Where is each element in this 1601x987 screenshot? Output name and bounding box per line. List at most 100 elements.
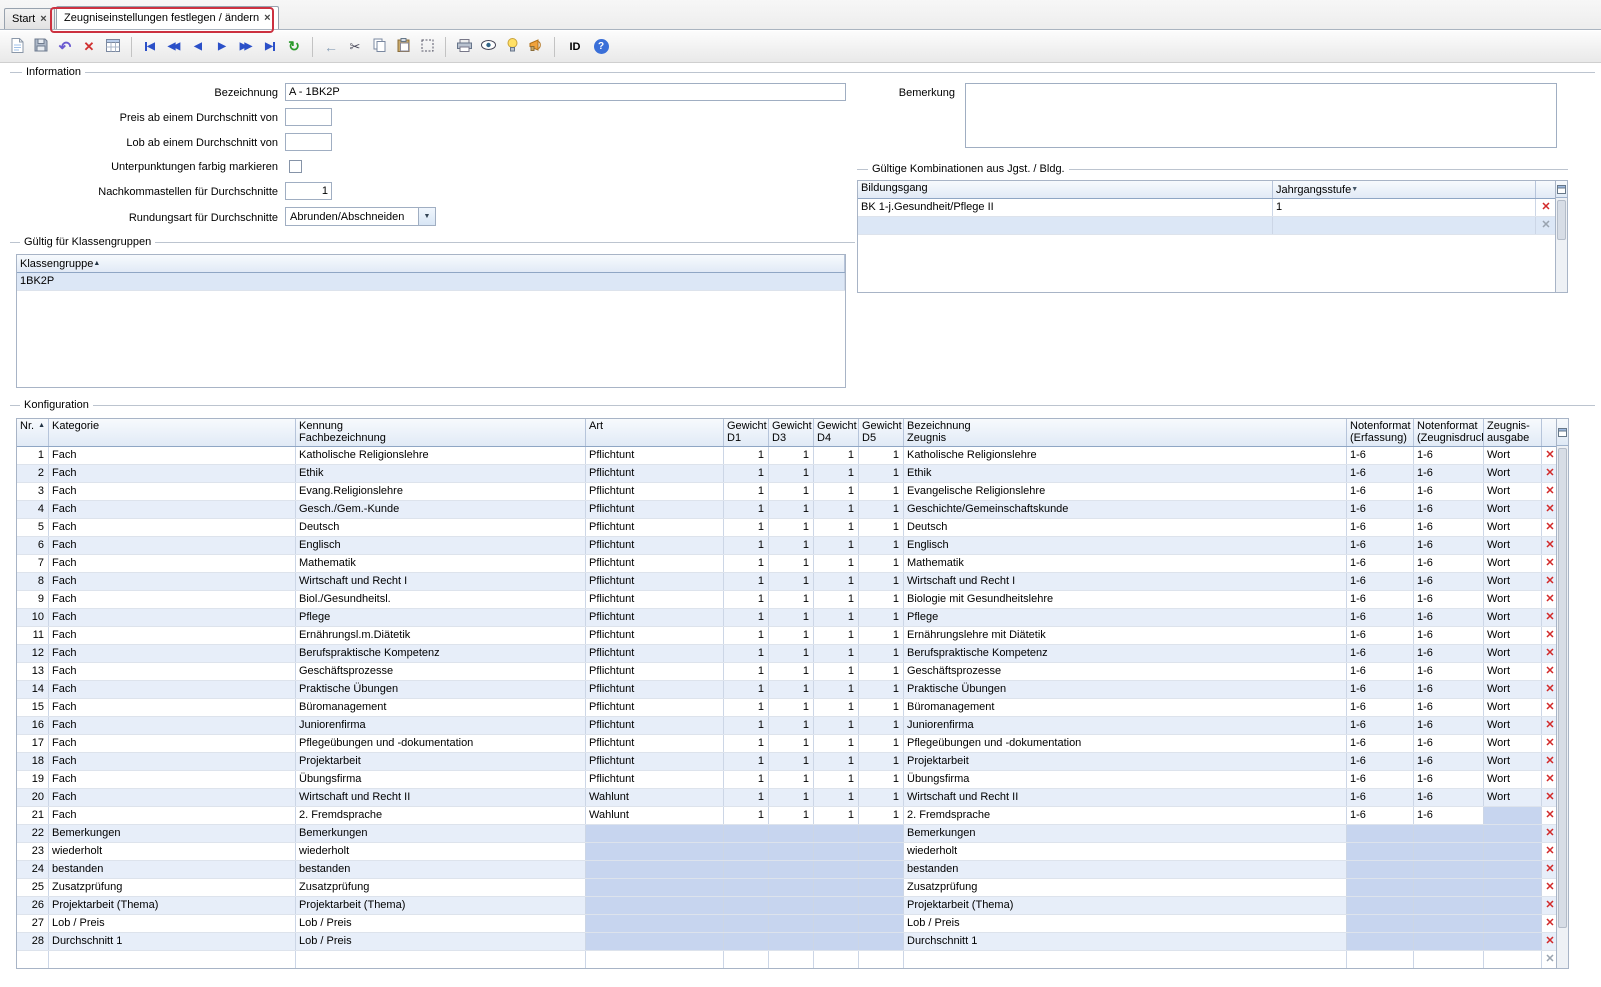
konfiguration-row[interactable]: 12 Fach Berufspraktische Kompetenz Pflichtu… bbox=[17, 645, 1556, 663]
new-row-placeholder[interactable]: ✕ bbox=[17, 951, 1556, 968]
konfiguration-row[interactable]: 19 Fach Übungsfirma Pflichtunt 1 1 1 1 Übungsfir… bbox=[17, 771, 1556, 789]
column-header[interactable]: Bezeichnung Zeugnis bbox=[904, 419, 1347, 446]
select-button[interactable] bbox=[416, 36, 438, 58]
konfiguration-row[interactable]: 16 Fach Juniorenfirma Pflichtunt 1 1 1 1 Juniore… bbox=[17, 717, 1556, 735]
kombinationen-scrollbar[interactable] bbox=[1556, 180, 1568, 293]
konfiguration-row[interactable]: 14 Fach Praktische Übungen Pflichtunt 1 1 1 1 Pr… bbox=[17, 681, 1556, 699]
column-header[interactable]: Kennung Fachbezeichnung bbox=[296, 419, 586, 446]
delete-row-icon[interactable]: ✕ bbox=[1545, 882, 1554, 893]
delete-row-icon[interactable]: ✕ bbox=[1545, 936, 1554, 947]
konfiguration-row[interactable]: 24 bestanden bestanden bestanden ✕ bbox=[17, 861, 1556, 879]
konfiguration-row[interactable]: 4 Fach Gesch./Gem.-Kunde Pflichtunt 1 1 1 1 Gesc… bbox=[17, 501, 1556, 519]
delete-row-icon[interactable]: ✕ bbox=[1541, 202, 1550, 213]
delete-row-icon[interactable]: ✕ bbox=[1545, 540, 1554, 551]
delete-row-icon[interactable]: ✕ bbox=[1545, 846, 1554, 857]
konfiguration-row[interactable]: 27 Lob / Preis Lob / Preis Lob / Preis ✕ bbox=[17, 915, 1556, 933]
rundungsart-select[interactable]: Abrunden/Abschneiden ▼ bbox=[285, 207, 436, 226]
tab-zeugniseinstellungen[interactable]: Zeugniseinstellungen festlegen / ändern … bbox=[56, 6, 279, 29]
delete-row-icon[interactable]: ✕ bbox=[1545, 558, 1554, 569]
klassengruppe-row[interactable]: 1BK2P bbox=[17, 273, 845, 291]
konfiguration-row[interactable]: 13 Fach Geschäftsprozesse Pflichtunt 1 1 1 1 Ges… bbox=[17, 663, 1556, 681]
column-header[interactable]: Art bbox=[586, 419, 724, 446]
delete-row-icon[interactable]: ✕ bbox=[1545, 792, 1554, 803]
bildungsgang-column-header[interactable]: Bildungsgang bbox=[858, 181, 1273, 198]
konfiguration-row[interactable]: 17 Fach Pflegeübungen und -dokumentation Pf… bbox=[17, 735, 1556, 753]
konfiguration-row[interactable]: 18 Fach Projektarbeit Pflichtunt 1 1 1 1 Projekt… bbox=[17, 753, 1556, 771]
cut-button[interactable]: ✂ bbox=[344, 36, 366, 58]
scrollbar-thumb[interactable] bbox=[1558, 448, 1567, 928]
delete-row-icon[interactable]: ✕ bbox=[1545, 918, 1554, 929]
column-header[interactable]: Gewicht D5 bbox=[859, 419, 904, 446]
column-header[interactable]: Nr. ▲ bbox=[17, 419, 49, 446]
konfiguration-row[interactable]: 28 Durchschnitt 1 Lob / Preis Durchschnitt … bbox=[17, 933, 1556, 951]
delete-row-icon[interactable]: ✕ bbox=[1545, 702, 1554, 713]
delete-row-icon[interactable]: ✕ bbox=[1545, 648, 1554, 659]
delete-row-icon[interactable]: ✕ bbox=[1545, 594, 1554, 605]
lob-ab-durchschnitt-input[interactable] bbox=[285, 133, 332, 151]
edit-mask-button[interactable] bbox=[102, 36, 124, 58]
konfiguration-row[interactable]: 6 Fach Englisch Pflichtunt 1 1 1 1 Englisch 1-6 1-… bbox=[17, 537, 1556, 555]
paste-button[interactable] bbox=[392, 36, 414, 58]
copy-button[interactable] bbox=[368, 36, 390, 58]
konfiguration-row[interactable]: 8 Fach Wirtschaft und Recht I Pflichtunt 1 1 1… bbox=[17, 573, 1556, 591]
new-record-button[interactable] bbox=[6, 36, 28, 58]
delete-row-icon[interactable]: ✕ bbox=[1545, 612, 1554, 623]
save-button[interactable] bbox=[30, 36, 52, 58]
konfiguration-row[interactable]: 20 Fach Wirtschaft und Recht II Wahlunt 1 1 1 1… bbox=[17, 789, 1556, 807]
column-header[interactable]: Notenformat (Zeugnisdruck) bbox=[1414, 419, 1484, 446]
konfiguration-row[interactable]: 11 Fach Ernährungsl.m.Diätetik Pflichtunt 1 1… bbox=[17, 627, 1556, 645]
preview-button[interactable] bbox=[477, 36, 499, 58]
delete-row-icon[interactable]: ✕ bbox=[1545, 738, 1554, 749]
delete-row-icon[interactable]: ✕ bbox=[1545, 450, 1554, 461]
delete-row-icon[interactable]: ✕ bbox=[1545, 666, 1554, 677]
delete-row-icon[interactable]: ✕ bbox=[1545, 486, 1554, 497]
hint-button[interactable] bbox=[501, 36, 523, 58]
jahrgangsstufe-column-header[interactable]: Jahrgangsstufe ▼ bbox=[1273, 181, 1536, 198]
konfiguration-row[interactable]: 10 Fach Pflege Pflichtunt 1 1 1 1 Pflege 1-6 1-6 Wo… bbox=[17, 609, 1556, 627]
delete-row-icon[interactable]: ✕ bbox=[1545, 774, 1554, 785]
column-header[interactable]: Gewicht D4 bbox=[814, 419, 859, 446]
chevron-down-icon[interactable]: ▼ bbox=[418, 208, 435, 225]
delete-row-icon[interactable]: ✕ bbox=[1545, 864, 1554, 875]
tab-close-icon[interactable]: × bbox=[40, 13, 46, 25]
delete-row-icon[interactable]: ✕ bbox=[1545, 504, 1554, 515]
id-button[interactable]: ID bbox=[562, 36, 588, 58]
delete-row-icon[interactable]: ✕ bbox=[1545, 810, 1554, 821]
delete-row-icon[interactable]: ✕ bbox=[1545, 630, 1554, 641]
first-record-button[interactable]: ◀ bbox=[139, 36, 161, 58]
kombination-row[interactable]: BK 1-j.Gesundheit/Pflege II 1 ✕ bbox=[858, 199, 1555, 217]
unterpunktungen-checkbox[interactable] bbox=[289, 160, 302, 173]
konfiguration-row[interactable]: 22 Bemerkungen Bemerkungen Bemerkungen ✕ bbox=[17, 825, 1556, 843]
column-chooser-button[interactable] bbox=[1557, 419, 1568, 446]
column-chooser-button[interactable] bbox=[1556, 181, 1567, 198]
delete-row-icon[interactable]: ✕ bbox=[1545, 720, 1554, 731]
delete-row-icon[interactable]: ✕ bbox=[1545, 900, 1554, 911]
delete-row-icon[interactable]: ✕ bbox=[1545, 576, 1554, 587]
konfiguration-row[interactable]: 23 wiederholt wiederholt wiederholt ✕ bbox=[17, 843, 1556, 861]
chevron-down-icon[interactable]: ▼ bbox=[1351, 184, 1358, 196]
fast-forward-button[interactable]: ▶▶ bbox=[235, 36, 257, 58]
kombination-empty-row[interactable]: ✕ bbox=[858, 217, 1555, 235]
undo-button[interactable]: ↶ bbox=[54, 36, 76, 58]
bemerkung-textarea[interactable] bbox=[965, 83, 1557, 148]
announce-button[interactable] bbox=[525, 36, 547, 58]
column-header[interactable]: Gewicht D3 bbox=[769, 419, 814, 446]
konfiguration-row[interactable]: 7 Fach Mathematik Pflichtunt 1 1 1 1 Mathematik 1… bbox=[17, 555, 1556, 573]
preis-ab-durchschnitt-input[interactable] bbox=[285, 108, 332, 126]
back-button[interactable]: ← bbox=[320, 36, 342, 58]
refresh-button[interactable]: ↻ bbox=[283, 36, 305, 58]
next-record-button[interactable]: ▶ bbox=[211, 36, 233, 58]
klassengruppe-column-header[interactable]: Klassengruppe ▲ bbox=[17, 255, 845, 272]
nachkommastellen-input[interactable] bbox=[285, 182, 332, 200]
konfiguration-row[interactable]: 3 Fach Evang.Religionslehre Pflichtunt 1 1 1 1 E… bbox=[17, 483, 1556, 501]
delete-row-icon[interactable]: ✕ bbox=[1545, 468, 1554, 479]
column-header[interactable]: Zeugnis-ausgabe bbox=[1484, 419, 1542, 446]
previous-record-button[interactable]: ◀ bbox=[187, 36, 209, 58]
delete-row-icon[interactable]: ✕ bbox=[1545, 828, 1554, 839]
fast-backward-button[interactable]: ◀◀ bbox=[163, 36, 185, 58]
scrollbar-thumb[interactable] bbox=[1557, 200, 1566, 240]
print-button[interactable] bbox=[453, 36, 475, 58]
konfiguration-row[interactable]: 25 Zusatzprüfung Zusatzprüfung Zusatzprüfun… bbox=[17, 879, 1556, 897]
konfiguration-row[interactable]: 9 Fach Biol./Gesundheitsl. Pflichtunt 1 1 1 1 Bi… bbox=[17, 591, 1556, 609]
tab-close-icon[interactable]: × bbox=[264, 12, 270, 24]
